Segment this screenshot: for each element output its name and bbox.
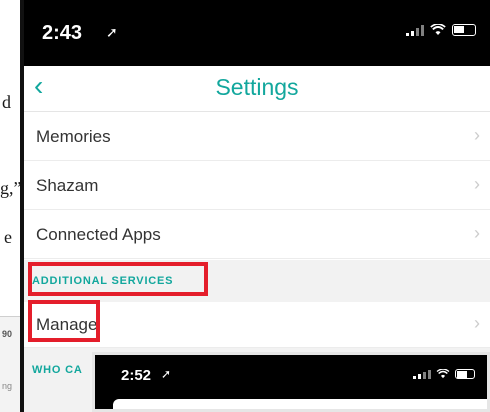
status-indicators: [413, 369, 475, 379]
status-time: 2:43: [42, 22, 83, 44]
settings-row-connected-apps[interactable]: Connected Apps ›: [24, 210, 490, 259]
status-time: 2:52: [121, 367, 152, 384]
background-card-number: 90: [2, 329, 13, 339]
row-label: Shazam: [36, 176, 99, 195]
navigation-bar: ‹ Settings: [24, 66, 490, 112]
page-title: Settings: [215, 74, 299, 100]
chevron-right-icon: ›: [474, 174, 480, 194]
settings-row-memories[interactable]: Memories ›: [24, 112, 490, 161]
chevron-right-icon: ›: [474, 223, 480, 243]
background-card-text: ng: [2, 381, 13, 391]
settings-row-shazam[interactable]: Shazam ›: [24, 161, 490, 210]
chevron-right-icon: ›: [474, 125, 480, 145]
background-text-fragment: g,”: [0, 178, 22, 198]
settings-screenshot: 2:43 ➚ ‹ Settings Memories › Shazam › Co…: [20, 0, 490, 412]
location-arrow-icon: ➚: [106, 24, 118, 40]
highlight-box-manage: [28, 300, 100, 342]
wifi-icon: [430, 24, 446, 35]
battery-icon: [452, 24, 476, 36]
location-arrow-icon: ➚: [161, 367, 172, 381]
second-screenshot: 2:52 ➚: [92, 352, 490, 412]
nav-bar-edge: [113, 399, 487, 409]
chevron-right-icon: ›: [474, 313, 480, 333]
status-indicators: [406, 24, 476, 36]
signal-icon: [406, 24, 424, 36]
wifi-icon: [436, 369, 450, 379]
status-bar: 2:43 ➚: [24, 0, 490, 66]
battery-icon: [455, 369, 475, 379]
row-label: Memories: [36, 127, 111, 146]
background-card: 90 ng: [0, 316, 20, 412]
highlight-box-additional-services: [28, 262, 208, 296]
row-label: Connected Apps: [36, 225, 161, 244]
signal-icon: [413, 369, 431, 379]
background-text-fragment: e: [4, 227, 12, 247]
background-text-fragment: d: [2, 92, 11, 112]
section-label: WHO CA: [32, 364, 83, 376]
